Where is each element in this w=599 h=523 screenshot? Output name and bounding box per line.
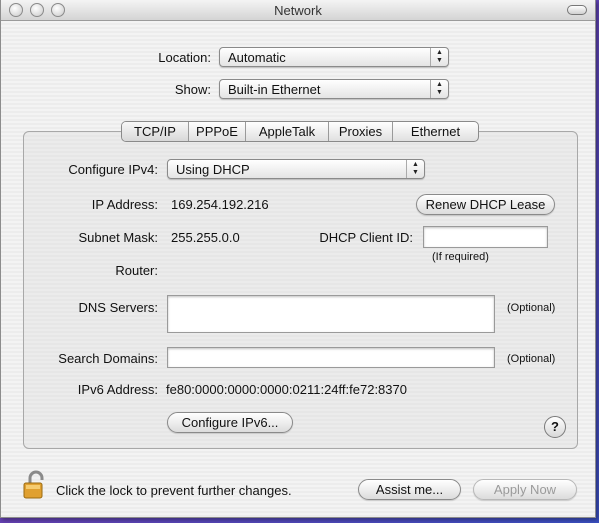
lock-message: Click the lock to prevent further change… <box>56 483 292 498</box>
tab-bar: TCP/IP PPPoE AppleTalk Proxies Ethernet <box>121 121 479 142</box>
search-domains-label: Search Domains: <box>58 351 158 366</box>
renew-dhcp-lease-button[interactable]: Renew DHCP Lease <box>416 194 555 215</box>
apply-now-button[interactable]: Apply Now <box>473 479 577 500</box>
subnet-mask-value: 255.255.0.0 <box>171 230 240 245</box>
ipv6-address-label: IPv6 Address: <box>77 382 158 397</box>
title-bar: Network <box>1 0 595 21</box>
search-domains-field[interactable] <box>167 347 495 368</box>
search-domains-hint: (Optional) <box>507 353 556 365</box>
dns-servers-hint: (Optional) <box>507 302 556 314</box>
ip-address-value: 169.254.192.216 <box>171 197 269 212</box>
show-popup[interactable]: Built-in Ethernet ▲ ▼ <box>219 79 449 99</box>
dns-servers-field[interactable] <box>167 295 495 333</box>
tab-appletalk[interactable]: AppleTalk <box>246 122 329 141</box>
dhcp-client-id-label: DHCP Client ID: <box>319 230 413 245</box>
configure-ipv4-popup[interactable]: Using DHCP ▲ ▼ <box>167 159 425 179</box>
configure-ipv4-value: Using DHCP <box>176 162 250 177</box>
show-value: Built-in Ethernet <box>228 82 321 97</box>
network-window: Network Location: Automatic ▲ ▼ Show: Bui… <box>0 0 596 518</box>
ip-address-label: IP Address: <box>91 197 158 212</box>
window-title: Network <box>274 3 322 18</box>
configure-ipv6-button[interactable]: Configure IPv6... <box>167 412 293 433</box>
tab-ethernet[interactable]: Ethernet <box>393 122 478 141</box>
subnet-mask-label: Subnet Mask: <box>78 230 159 245</box>
popup-arrows-icon: ▲ ▼ <box>430 48 448 66</box>
assist-me-button[interactable]: Assist me... <box>358 479 461 500</box>
dhcp-client-id-field[interactable] <box>423 226 548 248</box>
location-popup[interactable]: Automatic ▲ ▼ <box>219 47 449 67</box>
dns-servers-label: DNS Servers: <box>78 300 158 315</box>
location-value: Automatic <box>228 50 286 65</box>
tab-proxies[interactable]: Proxies <box>329 122 393 141</box>
tab-tcpip[interactable]: TCP/IP <box>122 122 189 141</box>
dhcp-client-id-hint: (If required) <box>432 251 489 263</box>
router-label: Router: <box>115 263 158 278</box>
configure-ipv4-label: Configure IPv4: <box>68 162 158 177</box>
ipv6-address-value: fe80:0000:0000:0000:0211:24ff:fe72:8370 <box>166 382 407 397</box>
tab-pppoe[interactable]: PPPoE <box>189 122 246 141</box>
show-label: Show: <box>174 82 211 97</box>
lock-icon[interactable] <box>21 470 49 500</box>
popup-arrows-icon: ▲ ▼ <box>406 160 424 178</box>
toolbar-toggle-button[interactable] <box>567 5 587 15</box>
popup-arrows-icon: ▲ ▼ <box>430 80 448 98</box>
location-label: Location: <box>158 50 211 65</box>
help-icon[interactable]: ? <box>544 416 566 438</box>
